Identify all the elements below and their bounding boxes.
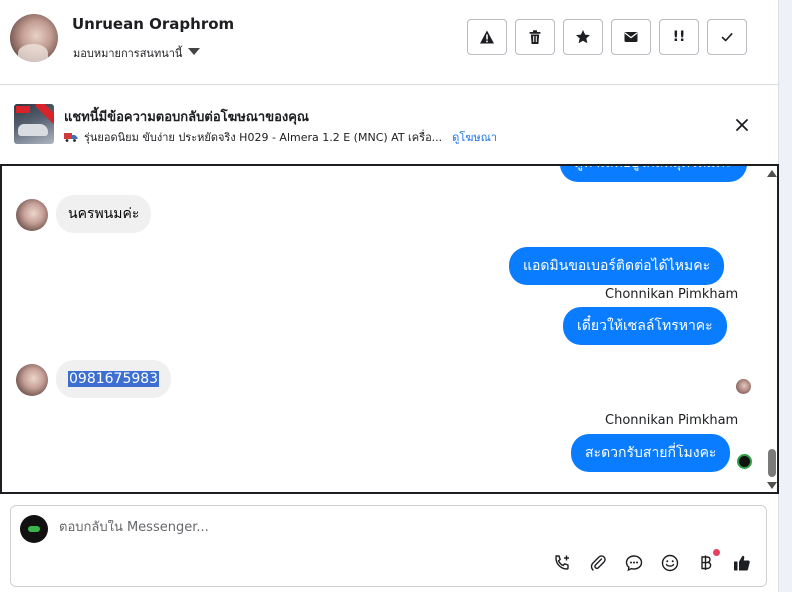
scroll-down-arrow[interactable] [767,482,777,489]
phone-plus-icon [555,555,569,570]
trash-icon [529,30,541,44]
follow-up-icon: !! [672,29,686,45]
star-icon [576,30,590,44]
message-bubble-outgoing[interactable]: สะดวกรับสายกี่โมงคะ [571,434,731,472]
ad-banner-title: แชทนี้มีข้อความตอบกลับต่อโฆษณาของคุณ [64,110,309,125]
message-bubble-outgoing[interactable]: ดูทำเลที่อยู่ใกล้ที่สุดไหมคะ [560,166,747,182]
contact-avatar-small [16,364,48,396]
composer-tools [551,549,753,574]
ad-thumbnail[interactable] [14,104,54,144]
reply-input[interactable] [59,520,719,535]
contact-avatar-small [16,199,48,231]
contact-avatar[interactable] [10,14,58,62]
thumbs-up-icon [734,555,750,571]
star-button[interactable] [563,19,603,55]
sender-name: Chonnikan Pimkham [605,287,739,302]
scrollbar-thumb[interactable] [768,449,776,477]
message-bubble-incoming[interactable]: 0981675983 [56,360,172,398]
selected-phone-number[interactable]: 0981675983 [68,371,160,387]
side-gutter [779,0,792,592]
notification-dot [713,549,720,556]
conversation-header: Unruean Oraphrom มอบหมายการสนทนานี้ !! [0,0,779,85]
message-bubble-incoming[interactable]: นครพนมค่ะ [56,195,152,233]
mark-spam-button[interactable] [467,19,507,55]
baht-icon [701,555,712,570]
truck-icon [64,133,78,142]
close-icon[interactable] [733,116,751,134]
payment-button[interactable] [695,549,720,574]
attach-button[interactable] [587,552,609,574]
view-ad-link[interactable]: ดูโฆษณา [452,128,497,146]
chevron-down-icon [188,47,201,55]
read-receipt-avatar [736,379,751,394]
like-button[interactable] [731,552,753,574]
message-thread[interactable]: ดูทำเลที่อยู่ใกล้ที่สุดไหมคะ นครพนมค่ะ แ… [0,164,779,494]
sender-name: Chonnikan Pimkham [605,413,739,428]
paperclip-icon [590,555,606,571]
call-button[interactable] [551,552,573,574]
mark-unread-button[interactable] [611,19,651,55]
header-actions: !! [467,19,747,55]
check-icon [721,33,733,42]
saved-replies-button[interactable] [623,552,645,574]
chat-bubble-icon [625,555,643,572]
assign-conversation-dropdown[interactable]: มอบหมายการสนทนานี้ [73,44,201,62]
contact-name[interactable]: Unruean Oraphrom [72,15,234,33]
emoji-icon [661,554,679,572]
ad-description-row: รุ่นยอดนิยม ขับง่าย ประหยัดจริง H029 - A… [64,128,497,146]
delete-button[interactable] [515,19,555,55]
reply-composer [10,505,767,587]
mark-done-button[interactable] [707,19,747,55]
emoji-button[interactable] [659,552,681,574]
assign-label: มอบหมายการสนทนานี้ [73,47,183,60]
message-bubble-outgoing[interactable]: แอดมินขอเบอร์ติดต่อได้ไหมคะ [509,247,725,285]
ad-reply-banner: แชทนี้มีข้อความตอบกลับต่อโฆษณาของคุณ รุ่… [0,86,779,164]
page-seen-avatar [737,454,752,469]
scroll-up-arrow[interactable] [767,170,777,177]
alert-triangle-icon [480,30,494,44]
page-avatar [20,515,48,543]
message-bubble-outgoing[interactable]: เดี๋ยวให้เซลล์โทรหาคะ [563,307,727,345]
envelope-icon [624,32,638,42]
ad-description: รุ่นยอดนิยม ขับง่าย ประหยัดจริง H029 - A… [84,131,443,144]
follow-up-button[interactable]: !! [659,19,699,55]
